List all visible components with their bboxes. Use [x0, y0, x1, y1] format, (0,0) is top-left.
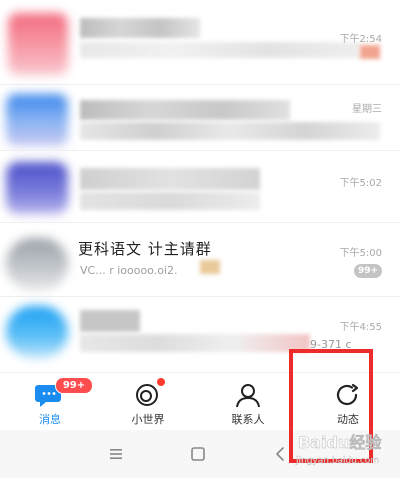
conversation-row[interactable]: 星期三 [0, 86, 400, 160]
conversation-time: 下午5:02 [339, 178, 382, 189]
blurred-preview [80, 192, 260, 210]
conversation-time: 下午5:00 [339, 248, 382, 259]
conversation-row[interactable]: 下午5:02 [0, 152, 400, 226]
baidu-watermark: Baidu经验 jingyan.baidu.com [295, 433, 383, 466]
blurred-name [80, 168, 260, 190]
tab-small-world[interactable]: 小世界 [98, 373, 198, 431]
blurred-preview [80, 42, 360, 58]
avatar [8, 13, 68, 75]
new-dot-indicator [157, 378, 165, 386]
conversation-title: 更科语文 计主请群 [78, 240, 212, 258]
avatar [6, 238, 68, 290]
divider [0, 296, 400, 297]
blurred-emoji [200, 260, 220, 274]
avatar [6, 94, 68, 146]
avatar [6, 306, 68, 358]
watermark-brand: Baidu经验 [298, 433, 382, 452]
conversation-row[interactable]: 下午2:54 [0, 0, 400, 75]
messages-unread-badge: 99+ [55, 377, 93, 394]
conversation-list: 下午2:54 星期三 下午5:02 更科语文 计主请群 VC... r iooo… [0, 0, 400, 370]
conversation-row[interactable]: 更科语文 计主请群 VC... r iooooo.oi2. 下午5:00 99+ [0, 226, 400, 300]
divider [0, 84, 400, 85]
divider [0, 150, 400, 151]
tab-contacts[interactable]: 联系人 [198, 373, 298, 431]
divider [0, 222, 400, 223]
blurred-name [80, 310, 140, 332]
tab-messages[interactable]: 99+ 消息 [0, 373, 100, 431]
conversation-time: 下午4:55 [339, 322, 382, 333]
blurred-name [80, 18, 200, 38]
blurred-badge [360, 45, 380, 59]
conversation-time: 星期三 [352, 104, 382, 115]
conversation-preview: VC... r iooooo.oi2. [80, 264, 178, 277]
blurred-name [80, 100, 290, 120]
home-icon[interactable] [188, 444, 208, 464]
avatar [6, 162, 68, 214]
blurred-preview [80, 122, 380, 140]
tab-label: 联系人 [231, 413, 265, 426]
person-icon [236, 384, 260, 408]
tab-label: 小世界 [131, 413, 165, 426]
blurred-preview [80, 334, 310, 352]
tab-label: 消息 [39, 413, 61, 426]
watermark-url: jingyan.baidu.com [295, 456, 379, 466]
unread-badge: 99+ [354, 264, 382, 278]
conversation-time: 下午2:54 [339, 34, 382, 45]
menu-icon[interactable] [106, 444, 126, 464]
back-icon[interactable] [270, 444, 290, 464]
